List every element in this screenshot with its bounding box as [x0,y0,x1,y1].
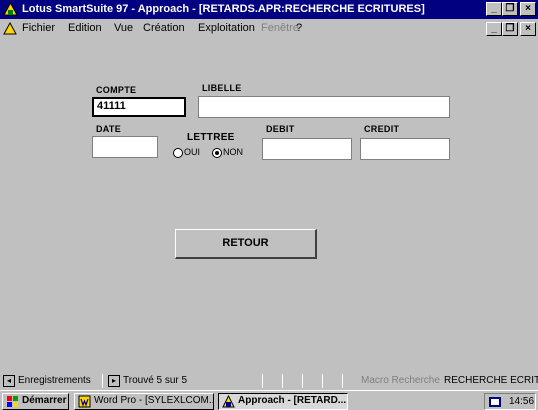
menu-fenetre: Fenêtre [261,22,299,34]
compte-label: COMPTE [96,85,137,95]
debit-value [263,139,351,140]
libelle-field[interactable] [198,96,450,118]
status-separator [282,374,283,388]
menu-vue[interactable]: Vue [114,22,133,34]
task-approach-label: Approach - [RETARD... [238,395,347,406]
close-button[interactable]: × [520,2,536,16]
debit-label: DEBIT [266,124,295,134]
compte-value: 41111 [97,100,126,112]
menu-fichier[interactable]: Fichier [22,22,55,34]
system-tray: 14:56 [484,393,536,410]
macro-label[interactable]: Macro Recherche [361,375,440,386]
credit-field[interactable] [360,138,450,160]
taskbar: Démarrer Word Pro - [SYLEXLCOM... Approa… [0,390,538,410]
radio-non-label: NON [223,147,243,157]
date-field[interactable] [92,136,158,158]
start-label: Démarrer [22,395,67,406]
task-word-pro[interactable]: Word Pro - [SYLEXLCOM... [74,393,214,410]
task-word-pro-label: Word Pro - [SYLEXLCOM... [94,395,214,406]
status-bar: ◂ Enregistrements ▸ Trouvé 5 sur 5 Macro… [0,372,538,390]
minimize-button[interactable]: _ [486,2,502,16]
find-icon[interactable]: ▸ [108,375,120,387]
status-separator [342,374,343,388]
date-label: DATE [96,124,122,134]
clock[interactable]: 14:56 [509,396,534,407]
found-count: Trouvé 5 sur 5 [123,375,188,386]
libelle-value [199,97,449,98]
compte-field[interactable]: 41111 [92,97,186,117]
menu-help[interactable]: ? [296,22,302,34]
records-icon[interactable]: ◂ [3,375,15,387]
task-approach[interactable]: Approach - [RETARD... [218,393,348,410]
title-bar[interactable]: Lotus SmartSuite 97 - Approach - [RETARD… [0,0,538,19]
retour-button[interactable]: RETOUR [175,229,317,259]
doc-minimize-button[interactable]: _ [486,22,502,36]
lettree-label: LETTREE [187,132,235,143]
radio-non[interactable] [212,148,222,158]
start-button[interactable]: Démarrer [2,393,69,410]
word-pro-icon [78,395,91,408]
debit-field[interactable] [262,138,352,160]
credit-value [361,139,449,140]
status-separator [262,374,263,388]
status-separator [302,374,303,388]
radio-oui-label: OUI [184,147,201,157]
menu-bar: Fichier Edition Vue Création Exploitatio… [0,19,538,38]
tray-app-icon[interactable] [488,396,502,408]
date-value [93,137,157,138]
restore-button[interactable]: ❐ [502,2,518,16]
radio-oui[interactable] [173,148,183,158]
window-title: Lotus SmartSuite 97 - Approach - [RETARD… [22,3,425,15]
menu-edition[interactable]: Edition [68,22,102,34]
form-area: COMPTE 41111 LIBELLE DATE LETTREE OUI NO… [0,38,538,372]
document-icon[interactable] [3,22,17,35]
menu-exploitation[interactable]: Exploitation [198,22,255,34]
credit-label: CREDIT [364,124,400,134]
approach-icon [222,395,235,408]
doc-restore-button[interactable]: ❐ [502,22,518,36]
status-separator [322,374,323,388]
approach-app-icon [3,2,18,16]
menu-creation[interactable]: Création [143,22,185,34]
status-separator [102,374,103,388]
libelle-label: LIBELLE [202,83,242,93]
view-name[interactable]: RECHERCHE ECRITUR [444,375,538,386]
windows-logo-icon [7,396,18,407]
doc-close-button[interactable]: × [520,22,536,36]
enregistrements-label[interactable]: Enregistrements [18,375,91,386]
